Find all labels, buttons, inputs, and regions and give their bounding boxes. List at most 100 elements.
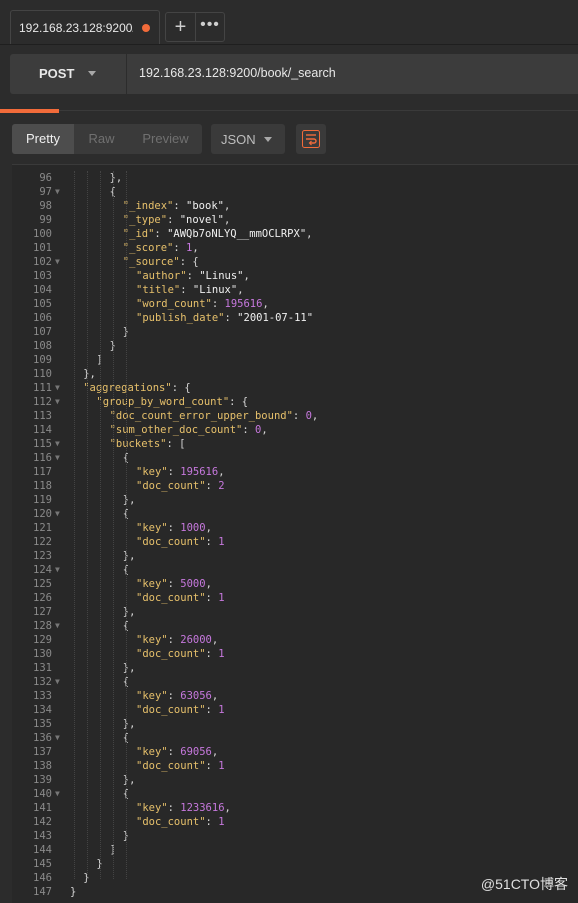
fold-toggle-icon[interactable]: ▼ bbox=[55, 451, 60, 465]
line-number: 122 bbox=[33, 536, 52, 548]
fold-toggle-icon[interactable]: ▼ bbox=[55, 437, 60, 451]
fold-toggle-icon[interactable]: ▼ bbox=[55, 185, 60, 199]
code-text: }, bbox=[109, 172, 123, 184]
line-number: 121 bbox=[33, 522, 52, 534]
code-line: 121 "key": 1000, bbox=[12, 521, 578, 535]
line-number: 144 bbox=[33, 844, 52, 856]
code-text: "group_by_word_count": { bbox=[96, 396, 249, 408]
code-line: 143} bbox=[12, 829, 578, 843]
code-text: "doc_count": 1 bbox=[136, 536, 225, 548]
line-number: 99 bbox=[39, 214, 52, 226]
method-select[interactable]: POST bbox=[10, 54, 126, 94]
fold-toggle-icon[interactable]: ▼ bbox=[55, 675, 60, 689]
code-line: 125 "key": 5000, bbox=[12, 577, 578, 591]
code-line: 144] bbox=[12, 843, 578, 857]
new-tab-plus-icon[interactable]: + bbox=[166, 13, 196, 41]
code-text: "doc_count": 2 bbox=[136, 480, 225, 492]
code-text: }, bbox=[122, 494, 136, 506]
line-number: 137 bbox=[33, 746, 52, 758]
line-number: 97 bbox=[39, 186, 52, 198]
code-text: "buckets": [ bbox=[109, 438, 186, 450]
code-text: "key": 26000, bbox=[136, 634, 219, 646]
code-line: 96}, bbox=[12, 171, 578, 185]
view-pretty-button[interactable]: Pretty bbox=[12, 124, 74, 154]
fold-toggle-icon[interactable]: ▼ bbox=[55, 731, 60, 745]
line-number: 147 bbox=[33, 886, 52, 898]
code-text: "sum_other_doc_count": 0, bbox=[109, 424, 268, 436]
code-line: 113 "doc_count_error_upper_bound": 0, bbox=[12, 409, 578, 423]
code-text: "key": 1000, bbox=[136, 522, 212, 534]
code-line: 99 "_type": "novel", bbox=[12, 213, 578, 227]
code-line: 124 ▼{ bbox=[12, 563, 578, 577]
code-line: 118 "doc_count": 2 bbox=[12, 479, 578, 493]
indent-guide bbox=[86, 171, 88, 879]
fold-toggle-icon[interactable]: ▼ bbox=[55, 395, 60, 409]
line-number: 110 bbox=[33, 368, 52, 380]
code-text: }, bbox=[122, 662, 136, 674]
line-number: 123 bbox=[33, 550, 52, 562]
fold-toggle-icon[interactable]: ▼ bbox=[55, 563, 60, 577]
fold-toggle-icon[interactable]: ▼ bbox=[55, 507, 60, 521]
fold-toggle-icon[interactable]: ▼ bbox=[55, 255, 60, 269]
fold-toggle-icon[interactable]: ▼ bbox=[55, 619, 60, 633]
line-number: 116 bbox=[33, 452, 52, 464]
code-line: 140 ▼{ bbox=[12, 787, 578, 801]
line-number: 126 bbox=[33, 592, 52, 604]
code-line: 97 ▼{ bbox=[12, 185, 578, 199]
fold-toggle-icon[interactable]: ▼ bbox=[55, 787, 60, 801]
code-text: }, bbox=[122, 718, 136, 730]
code-text: "doc_count": 1 bbox=[136, 592, 225, 604]
line-number: 131 bbox=[33, 662, 52, 674]
code-text: "_id": "AWQb7oNLYQ__mmOCLRPX", bbox=[122, 228, 313, 240]
response-body[interactable]: 96}, 97 ▼{98 "_index": "book", 99 "_type": "n… bbox=[12, 164, 578, 903]
view-preview-button[interactable]: Preview bbox=[129, 124, 202, 154]
code-text: "doc_count": 1 bbox=[136, 760, 225, 772]
line-number: 134 bbox=[33, 704, 52, 716]
code-line: 136 ▼{ bbox=[12, 731, 578, 745]
line-number: 115 bbox=[33, 438, 52, 450]
code-text: "_source": { bbox=[122, 256, 199, 268]
wrap-lines-button[interactable] bbox=[296, 124, 326, 154]
code-line: 131}, bbox=[12, 661, 578, 675]
code-text: }, bbox=[83, 368, 96, 380]
code-line: 138 "doc_count": 1 bbox=[12, 759, 578, 773]
view-mode-group: Pretty Raw Preview bbox=[12, 124, 202, 154]
line-number: 105 bbox=[33, 298, 52, 310]
line-number: 120 bbox=[33, 508, 52, 520]
url-value: 192.168.23.128:9200/book/_search bbox=[139, 66, 336, 80]
line-number: 135 bbox=[33, 718, 52, 730]
more-tabs-icon[interactable]: ••• bbox=[196, 13, 224, 41]
code-line: 141 "key": 1233616, bbox=[12, 801, 578, 815]
line-number: 133 bbox=[33, 690, 52, 702]
code-text: "author": "Linus", bbox=[136, 270, 250, 282]
format-select[interactable]: JSON bbox=[211, 124, 285, 154]
code-line: 133 "key": 63056, bbox=[12, 689, 578, 703]
line-number: 125 bbox=[33, 578, 52, 590]
url-input[interactable]: 192.168.23.128:9200/book/_search bbox=[127, 54, 578, 94]
line-number: 112 bbox=[33, 396, 52, 408]
code-text: }, bbox=[122, 606, 136, 618]
code-line: 112 ▼ "group_by_word_count": { bbox=[12, 395, 578, 409]
code-line: 104 "title": "Linux", bbox=[12, 283, 578, 297]
code-line: 142 "doc_count": 1 bbox=[12, 815, 578, 829]
fold-toggle-icon[interactable]: ▼ bbox=[55, 381, 60, 395]
code-text: "_score": 1, bbox=[122, 242, 199, 254]
code-line: 126 "doc_count": 1 bbox=[12, 591, 578, 605]
request-url-row: POST 192.168.23.128:9200/book/_search bbox=[10, 54, 578, 94]
line-number: 128 bbox=[33, 620, 52, 632]
method-label: POST bbox=[39, 66, 75, 81]
code-line: 108} bbox=[12, 339, 578, 353]
line-number: 101 bbox=[33, 242, 52, 254]
line-number: 142 bbox=[33, 816, 52, 828]
code-line: 105 "word_count": 195616, bbox=[12, 297, 578, 311]
line-number: 107 bbox=[33, 326, 52, 338]
request-tab[interactable]: 192.168.23.128:9200/l bbox=[10, 10, 160, 44]
code-line: 110}, bbox=[12, 367, 578, 381]
code-text: "key": 5000, bbox=[136, 578, 212, 590]
code-line: 130 "doc_count": 1 bbox=[12, 647, 578, 661]
line-number: 143 bbox=[33, 830, 52, 842]
unsaved-dot-icon bbox=[142, 24, 150, 32]
code-text: "doc_count_error_upper_bound": 0, bbox=[109, 410, 319, 422]
code-text: "key": 195616, bbox=[136, 466, 225, 478]
view-raw-button[interactable]: Raw bbox=[74, 124, 129, 154]
